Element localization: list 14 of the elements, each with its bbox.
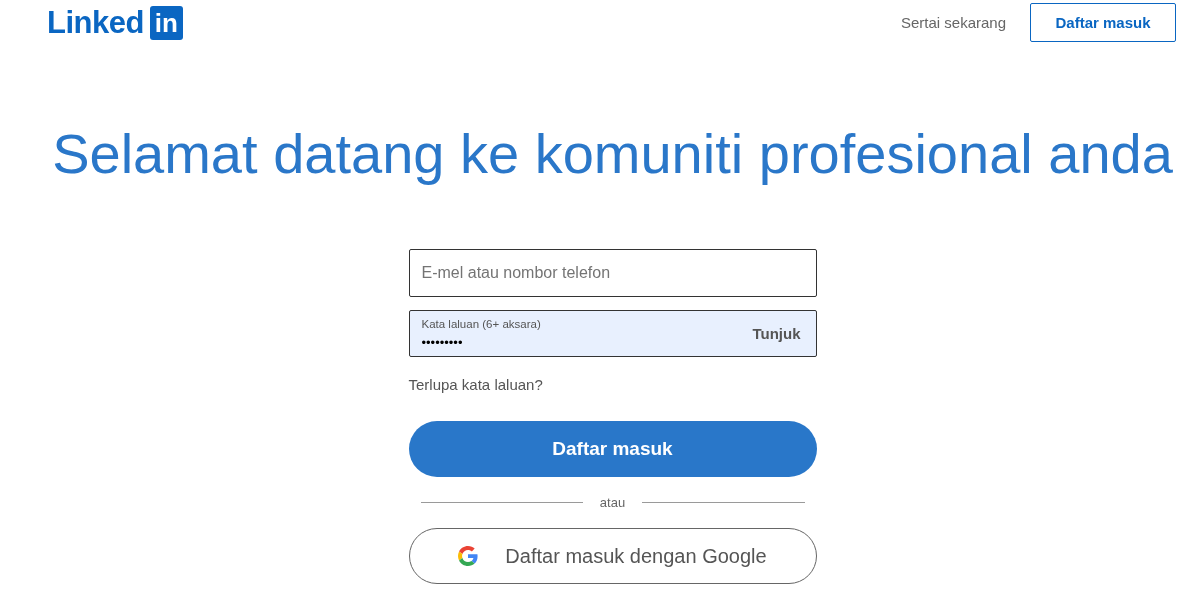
password-floating-label: Kata laluan (6+ aksara) [421, 316, 541, 331]
forgot-password-link[interactable]: Terlupa kata laluan? [408, 375, 543, 395]
submit-sign-in-button[interactable]: Daftar masuk [408, 421, 817, 477]
divider-label: atau [599, 494, 626, 510]
logo-wordmark[interactable]: Linked [47, 6, 144, 40]
multicolor-g-icon [458, 546, 479, 566]
join-now-link[interactable]: Sertai sekarang [900, 14, 1006, 31]
welcome-headline: Selamat datang ke komuniti profesional anda [52, 121, 1173, 187]
email-field[interactable]: E-mel atau nombor telefon [408, 249, 817, 297]
password-field[interactable]: Kata laluan (6+ aksara) ••••••••• Tunjuk [408, 310, 817, 357]
sign-in-button[interactable]: Daftar masuk [1030, 3, 1176, 42]
show-password-button[interactable]: Tunjuk [752, 325, 801, 342]
google-sign-in-button[interactable]: Daftar masuk dengan Google [408, 528, 817, 584]
logo-badge[interactable]: in [149, 6, 183, 40]
